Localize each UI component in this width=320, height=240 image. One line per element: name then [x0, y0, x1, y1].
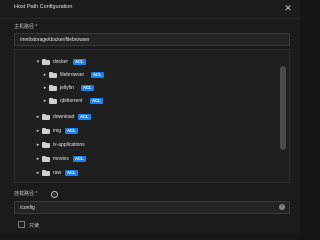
- required-mark: *: [35, 191, 38, 197]
- collapsed-caret-icon[interactable]: ▸: [35, 155, 41, 163]
- readonly-label[interactable]: 只读: [29, 222, 39, 229]
- host-path-dialog: Host Path Configuration ✕ 主机路径 * /mnt/st…: [0, 0, 300, 234]
- tree-top-edge: [15, 50, 289, 55]
- acl-badge: ACL: [65, 128, 78, 134]
- scrollbar-thumb[interactable]: [280, 66, 286, 150]
- tree-row-filebrowser[interactable]: ▸ filebrowser ACL: [15, 69, 285, 81]
- tree-row-movies[interactable]: ▸ movies ACL: [15, 153, 285, 165]
- mount-path-label: 挂载路径 *: [14, 190, 37, 197]
- folder-icon: [42, 170, 50, 176]
- folder-icon: [42, 114, 50, 120]
- host-path-label-text: 主机路径: [14, 24, 35, 30]
- host-path-label: 主机路径 *: [14, 23, 37, 30]
- tree-row-download[interactable]: ▸ download ACL: [15, 111, 285, 123]
- collapsed-caret-icon[interactable]: ▸: [35, 113, 41, 121]
- required-mark: *: [35, 24, 38, 30]
- collapsed-caret-icon[interactable]: ▸: [42, 71, 48, 79]
- collapsed-caret-icon[interactable]: ▸: [42, 84, 48, 92]
- expanded-caret-icon[interactable]: ▾: [35, 58, 41, 66]
- mount-path-label-text: 挂载路径: [14, 191, 35, 197]
- folder-tree[interactable]: ▾ storage ▾ docker ACL ▸ filebrowser ACL…: [14, 49, 290, 183]
- tree-row-img[interactable]: ▸ img ACL: [15, 125, 285, 137]
- dialog-title: Host Path Configuration: [14, 4, 73, 10]
- tree-item-label: filebrowser: [60, 72, 85, 78]
- dialog-header: Host Path Configuration ✕: [0, 0, 300, 19]
- tree-item-label: img: [53, 128, 62, 134]
- tree-row-raw[interactable]: ▸ raw ACL: [15, 167, 285, 179]
- acl-badge: ACL: [73, 156, 86, 162]
- tree-item-label: docker: [53, 59, 69, 65]
- tree-item-label: qbittorrent: [60, 98, 83, 104]
- help-icon[interactable]: ?: [51, 191, 58, 198]
- folder-icon: [49, 85, 57, 91]
- clear-input-icon[interactable]: ×: [279, 204, 285, 210]
- collapsed-caret-icon[interactable]: ▸: [35, 169, 41, 177]
- tree-item-label: ix-applications: [53, 142, 85, 148]
- tree-item-label: jellyfin: [60, 85, 74, 91]
- folder-icon: [42, 59, 50, 65]
- acl-badge: ACL: [78, 114, 91, 120]
- acl-badge: ACL: [90, 98, 103, 104]
- tree-row-qbittorrent[interactable]: ▸ qbittorrent ACL: [15, 95, 285, 107]
- tree-scrollbar[interactable]: [280, 50, 286, 182]
- collapsed-caret-icon[interactable]: ▸: [42, 97, 48, 105]
- tree-item-label: movies: [53, 156, 69, 162]
- collapsed-caret-icon[interactable]: ▸: [35, 141, 41, 149]
- acl-badge: ACL: [81, 85, 94, 91]
- acl-badge: ACL: [73, 59, 86, 65]
- tree-row-docker[interactable]: ▾ docker ACL: [15, 56, 285, 68]
- host-path-input[interactable]: /mnt/storage/docker/filebrowser: [14, 33, 290, 46]
- close-icon[interactable]: ✕: [282, 2, 294, 14]
- readonly-checkbox[interactable]: [18, 221, 25, 228]
- mount-path-input[interactable]: /config: [14, 201, 290, 214]
- acl-badge: ACL: [91, 72, 104, 78]
- folder-icon: [49, 72, 57, 78]
- tree-item-label: download: [53, 114, 75, 120]
- tree-row-jellyfin[interactable]: ▸ jellyfin ACL: [15, 82, 285, 94]
- tree-item-label: raw: [53, 170, 62, 176]
- folder-icon: [42, 142, 50, 148]
- folder-icon: [49, 98, 57, 104]
- folder-icon: [42, 156, 50, 162]
- collapsed-caret-icon[interactable]: ▸: [35, 127, 41, 135]
- tree-row-ix-applications[interactable]: ▸ ix-applications: [15, 139, 285, 151]
- folder-icon: [42, 128, 50, 134]
- acl-badge: ACL: [65, 170, 78, 176]
